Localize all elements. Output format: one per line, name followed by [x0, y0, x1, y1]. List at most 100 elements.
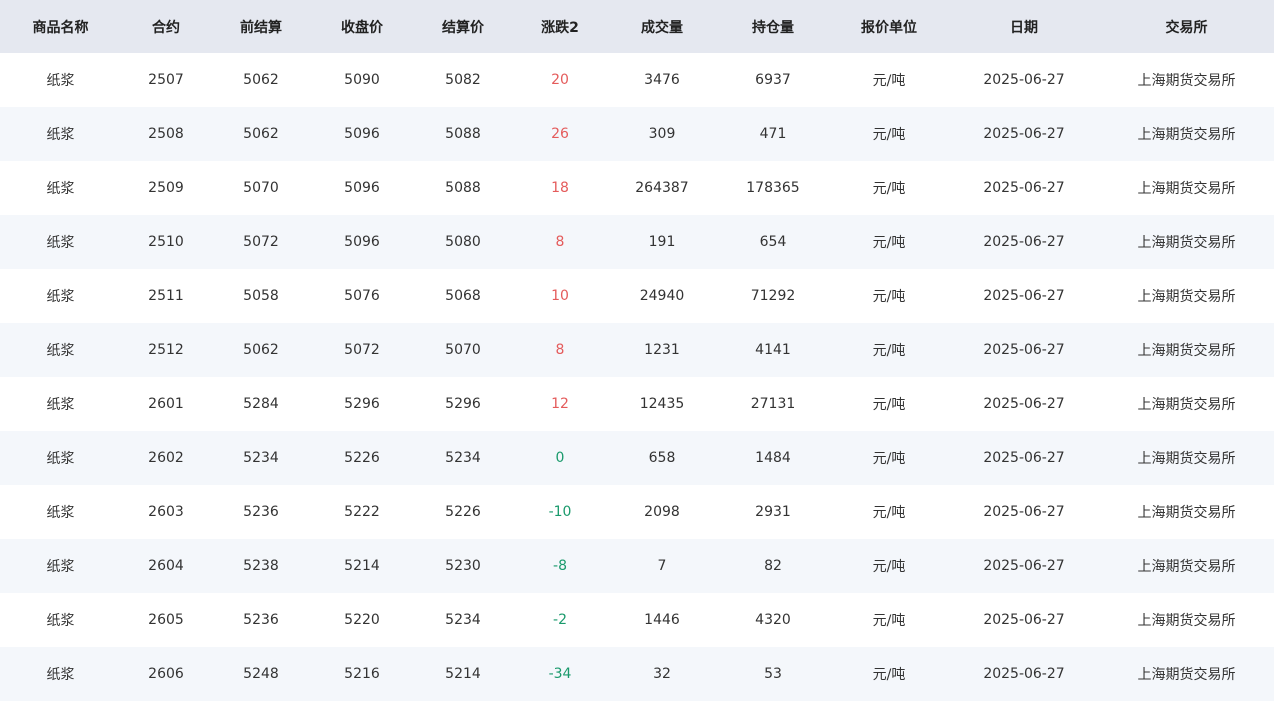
- cell-settle: 5070: [445, 342, 481, 358]
- table-row[interactable]: 纸浆 2605 5236 5220 5234 -2 1446 4320 元/吨 2025-06-2…: [0, 593, 1274, 647]
- cell-open-interest: 471: [759, 126, 787, 142]
- cell-close: 5096: [344, 234, 380, 250]
- cell-contract: 2508: [148, 126, 184, 142]
- column-header-product-name[interactable]: 商品名称: [0, 0, 121, 53]
- cell-settle: 5296: [445, 396, 481, 412]
- cell-product-name: 纸浆: [46, 181, 75, 197]
- table-row[interactable]: 纸浆 2507 5062 5090 5082 20 3476 6937 元/吨 2025-06-2…: [0, 53, 1274, 107]
- column-header-volume[interactable]: 成交量: [607, 0, 717, 53]
- column-header-settle[interactable]: 结算价: [413, 0, 513, 53]
- cell-prev-settle: 5236: [243, 612, 279, 628]
- cell-open-interest: 2931: [755, 504, 791, 520]
- cell-change: -8: [553, 558, 567, 574]
- cell-volume: 7: [657, 558, 667, 574]
- cell-open-interest: 6937: [755, 72, 791, 88]
- cell-prev-settle: 5238: [243, 558, 279, 574]
- cell-contract: 2605: [148, 612, 184, 628]
- cell-product-name: 纸浆: [46, 235, 75, 251]
- cell-prev-settle: 5062: [243, 126, 279, 142]
- cell-change: 12: [551, 396, 569, 412]
- cell-exchange: 上海期货交易所: [1137, 181, 1236, 197]
- table-row[interactable]: 纸浆 2603 5236 5222 5226 -10 2098 2931 元/吨 2025-06-…: [0, 485, 1274, 539]
- table-row[interactable]: 纸浆 2604 5238 5214 5230 -8 7 82 元/吨 2025-06-27 上海期货…: [0, 539, 1274, 593]
- table-row[interactable]: 纸浆 2602 5234 5226 5234 0 658 1484 元/吨 2025-06-27 上…: [0, 431, 1274, 485]
- cell-volume: 658: [648, 450, 676, 466]
- cell-date: 2025-06-27: [983, 504, 1065, 520]
- table-row[interactable]: 纸浆 2601 5284 5296 5296 12 12435 27131 元/吨 2025-06…: [0, 377, 1274, 431]
- cell-unit: 元/吨: [872, 505, 906, 521]
- table-header: 商品名称 合约 前结算 收盘价 结算价 涨跌2 成交量 持仓量 报价单位 日期 …: [0, 0, 1274, 53]
- cell-unit: 元/吨: [872, 613, 906, 629]
- cell-prev-settle: 5072: [243, 234, 279, 250]
- column-header-exchange[interactable]: 交易所: [1099, 0, 1274, 53]
- column-header-close[interactable]: 收盘价: [311, 0, 413, 53]
- cell-settle: 5226: [445, 504, 481, 520]
- cell-change: 10: [551, 288, 569, 304]
- cell-date: 2025-06-27: [983, 180, 1065, 196]
- column-header-open-interest[interactable]: 持仓量: [717, 0, 829, 53]
- table-row[interactable]: 纸浆 2509 5070 5096 5088 18 264387 178365 元/吨 2025-…: [0, 161, 1274, 215]
- cell-open-interest: 1484: [755, 450, 791, 466]
- cell-volume: 3476: [644, 72, 680, 88]
- cell-date: 2025-06-27: [983, 396, 1065, 412]
- column-header-unit[interactable]: 报价单位: [829, 0, 949, 53]
- futures-table: 商品名称 合约 前结算 收盘价 结算价 涨跌2 成交量 持仓量 报价单位 日期 …: [0, 0, 1274, 701]
- cell-volume: 24940: [639, 288, 685, 304]
- cell-contract: 2601: [148, 396, 184, 412]
- cell-settle: 5234: [445, 450, 481, 466]
- cell-close: 5076: [344, 288, 380, 304]
- table-body: 纸浆 2507 5062 5090 5082 20 3476 6937 元/吨 2025-06-2…: [0, 53, 1274, 701]
- cell-contract: 2511: [148, 288, 184, 304]
- cell-unit: 元/吨: [872, 343, 906, 359]
- table-row[interactable]: 纸浆 2508 5062 5096 5088 26 309 471 元/吨 2025-06-27 上…: [0, 107, 1274, 161]
- cell-exchange: 上海期货交易所: [1137, 451, 1236, 467]
- cell-open-interest: 53: [764, 666, 782, 682]
- cell-change: -34: [548, 666, 572, 682]
- cell-close: 5214: [344, 558, 380, 574]
- cell-product-name: 纸浆: [46, 289, 75, 305]
- cell-volume: 191: [648, 234, 676, 250]
- cell-product-name: 纸浆: [46, 127, 75, 143]
- cell-contract: 2602: [148, 450, 184, 466]
- cell-change: 8: [555, 342, 565, 358]
- cell-volume: 1231: [644, 342, 680, 358]
- table-row[interactable]: 纸浆 2606 5248 5216 5214 -34 32 53 元/吨 2025-06-27 上海…: [0, 647, 1274, 701]
- column-header-prev-settle[interactable]: 前结算: [211, 0, 311, 53]
- cell-exchange: 上海期货交易所: [1137, 73, 1236, 89]
- cell-product-name: 纸浆: [46, 505, 75, 521]
- cell-settle: 5230: [445, 558, 481, 574]
- cell-close: 5096: [344, 126, 380, 142]
- cell-contract: 2604: [148, 558, 184, 574]
- cell-change: 20: [551, 72, 569, 88]
- cell-settle: 5234: [445, 612, 481, 628]
- cell-prev-settle: 5070: [243, 180, 279, 196]
- cell-open-interest: 4320: [755, 612, 791, 628]
- cell-open-interest: 4141: [755, 342, 791, 358]
- cell-change: -2: [553, 612, 567, 628]
- cell-exchange: 上海期货交易所: [1137, 613, 1236, 629]
- cell-prev-settle: 5062: [243, 342, 279, 358]
- cell-exchange: 上海期货交易所: [1137, 235, 1236, 251]
- cell-settle: 5068: [445, 288, 481, 304]
- cell-unit: 元/吨: [872, 235, 906, 251]
- table-row[interactable]: 纸浆 2511 5058 5076 5068 10 24940 71292 元/吨 2025-06…: [0, 269, 1274, 323]
- cell-volume: 12435: [639, 396, 685, 412]
- cell-unit: 元/吨: [872, 667, 906, 683]
- cell-date: 2025-06-27: [983, 450, 1065, 466]
- cell-date: 2025-06-27: [983, 666, 1065, 682]
- cell-volume: 309: [648, 126, 676, 142]
- cell-open-interest: 71292: [750, 288, 796, 304]
- cell-unit: 元/吨: [872, 451, 906, 467]
- column-header-date[interactable]: 日期: [949, 0, 1099, 53]
- cell-contract: 2512: [148, 342, 184, 358]
- cell-exchange: 上海期货交易所: [1137, 343, 1236, 359]
- cell-settle: 5088: [445, 180, 481, 196]
- column-header-contract[interactable]: 合约: [121, 0, 211, 53]
- cell-unit: 元/吨: [872, 397, 906, 413]
- table-row[interactable]: 纸浆 2510 5072 5096 5080 8 191 654 元/吨 2025-06-27 上海…: [0, 215, 1274, 269]
- cell-settle: 5088: [445, 126, 481, 142]
- table-row[interactable]: 纸浆 2512 5062 5072 5070 8 1231 4141 元/吨 2025-06-27…: [0, 323, 1274, 377]
- cell-product-name: 纸浆: [46, 667, 75, 683]
- cell-date: 2025-06-27: [983, 612, 1065, 628]
- column-header-change[interactable]: 涨跌2: [513, 0, 607, 53]
